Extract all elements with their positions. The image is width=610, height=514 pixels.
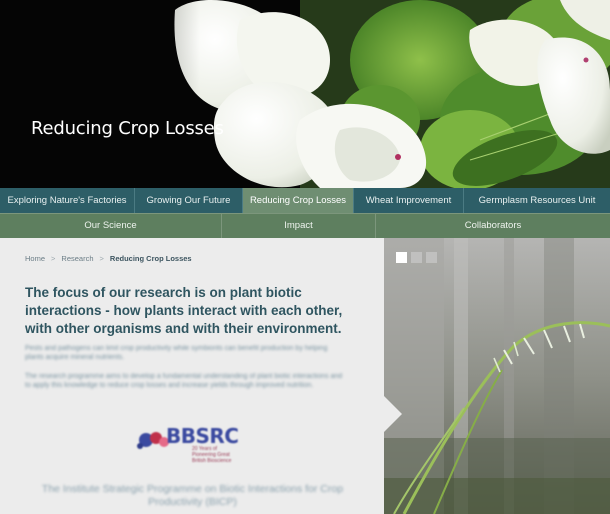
primary-nav: Exploring Nature's Factories Growing Our… [0,188,610,213]
slide-dot[interactable] [426,252,437,263]
breadcrumb-research[interactable]: Research [61,254,93,263]
breadcrumb-separator: > [99,254,104,263]
bbsrc-logo-tagline: 20 Years of Pioneering Great British Bio… [192,446,232,464]
bbsrc-logo-text: BBSRC [166,424,239,448]
subnav-item-our-science[interactable]: Our Science [0,214,222,238]
aims-paragraph: The research programme aims to develop a… [25,373,343,389]
slide-dot[interactable] [396,252,407,263]
hero-title: Reducing Crop Losses [31,118,224,139]
slideshow-grass-image [384,238,610,514]
subnav-item-impact[interactable]: Impact [222,214,376,238]
nav-item-germplasm-resources-unit[interactable]: Germplasm Resources Unit [464,188,610,213]
breadcrumb-separator: > [51,254,56,263]
page: Reducing Crop Losses Exploring Nature's … [0,0,610,514]
bbsrc-logo[interactable]: BBSRC 20 Years of Pioneering Great Briti… [134,422,244,464]
nav-item-growing-our-future[interactable]: Growing Our Future [135,188,243,213]
subnav-item-collaborators[interactable]: Collaborators [376,214,610,238]
intro-paragraph: Pests and pathogens can limit crop produ… [25,345,328,361]
hero-flower-image [0,0,610,188]
lead-heading: The focus of our research is on plant bi… [25,285,343,336]
slideshow-panel [384,238,610,514]
secondary-nav: Our Science Impact Collaborators [0,213,610,238]
breadcrumb-home[interactable]: Home [25,254,45,263]
programme-title: The Institute Strategic Programme on Bio… [41,483,344,508]
content-pointer [384,396,402,432]
slideshow-pager [396,252,437,263]
nav-item-exploring-natures-factories[interactable]: Exploring Nature's Factories [0,188,135,213]
nav-item-wheat-improvement[interactable]: Wheat Improvement [354,188,464,213]
breadcrumb-current: Reducing Crop Losses [109,254,192,263]
slide-dot[interactable] [411,252,422,263]
hero-banner: Reducing Crop Losses [0,0,610,188]
breadcrumb: Home > Research > Reducing Crop Losses [25,254,192,263]
nav-item-reducing-crop-losses[interactable]: Reducing Crop Losses [243,188,354,213]
main-content: Home > Research > Reducing Crop Losses T… [0,238,384,514]
